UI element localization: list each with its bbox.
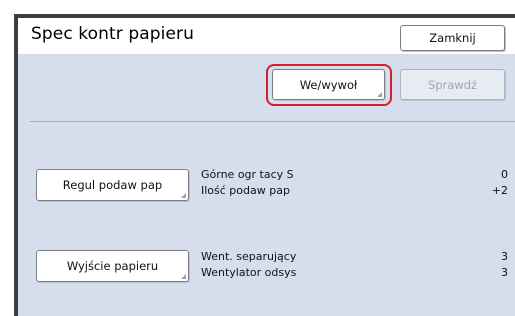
close-button[interactable]: Zamknij (400, 25, 505, 51)
setting-label: Wentylator odsys (201, 266, 297, 279)
setting-label: Went. separujący (201, 250, 297, 263)
setting-value: 3 (501, 250, 508, 263)
corner-indicator-icon (181, 193, 186, 198)
setting-value: +2 (491, 184, 508, 197)
setting-label: Górne ogr tacy S (201, 168, 294, 181)
setting-value: 3 (501, 266, 508, 279)
close-button-label: Zamknij (429, 31, 476, 45)
paper-feed-adjust-button[interactable]: Regul podaw pap (36, 169, 189, 201)
check-button-label: Sprawdź (427, 77, 478, 92)
paper-output-button[interactable]: Wyjście papieru (36, 250, 189, 282)
paper-feed-adjust-label: Regul podaw pap (62, 178, 163, 192)
check-button[interactable]: Sprawdź (400, 69, 505, 100)
setting-label: Ilość podaw pap (201, 184, 290, 197)
highlight-frame (266, 64, 392, 106)
corner-indicator-icon (181, 274, 186, 279)
setting-value: 0 (501, 168, 508, 181)
paper-control-window: Spec kontr papieru Zamknij We/wywoł Spra… (14, 14, 515, 316)
window-title: Spec kontr papieru (31, 24, 195, 44)
divider (30, 121, 515, 122)
title-bar: Spec kontr papieru Zamknij (18, 18, 515, 54)
paper-output-label: Wyjście papieru (66, 259, 159, 273)
